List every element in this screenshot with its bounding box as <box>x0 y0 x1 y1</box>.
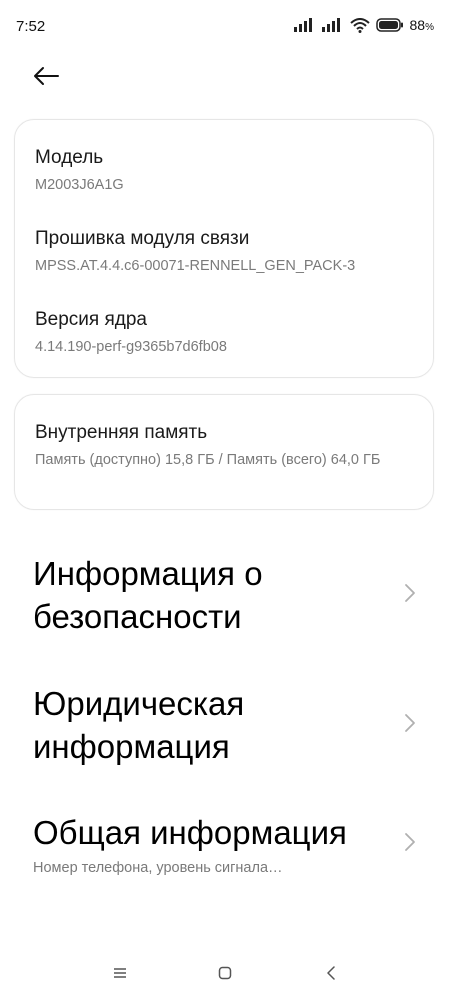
legal-info-title: Юридическая информация <box>33 685 245 765</box>
baseband-value: MPSS.AT.4.4.c6-00071-RENNELL_GEN_PACK-3 <box>35 258 356 274</box>
general-info-subtitle: Номер телефона, уровень сигнала… <box>33 860 283 876</box>
storage-value: Память (доступно) 15,8 ГБ / Память (всег… <box>35 452 381 468</box>
home-button[interactable] <box>210 958 240 988</box>
battery-percent: 88% <box>409 17 434 33</box>
signal-icon-2 <box>321 18 340 32</box>
battery-icon <box>375 18 403 32</box>
nav-back-button[interactable] <box>316 958 346 988</box>
kernel-value: 4.14.190-perf-g9365b7d6fb08 <box>35 339 227 355</box>
baseband-title: Прошивка модуля связи <box>35 228 250 249</box>
general-info-title: Общая информация <box>33 814 347 851</box>
chevron-right-icon <box>405 584 415 602</box>
model-value: M2003J6A1G <box>35 177 124 193</box>
chevron-right-icon <box>405 714 415 732</box>
menu-icon <box>114 968 126 978</box>
security-info-title: Информация о безопасности <box>33 555 263 635</box>
device-info-card: Модель M2003J6A1G Прошивка модуля связи … <box>14 119 434 378</box>
home-icon <box>218 966 232 980</box>
wifi-icon <box>349 17 370 33</box>
chevron-right-icon <box>405 833 415 851</box>
status-time: 7:52 <box>16 18 46 35</box>
arrow-left-icon <box>34 67 59 85</box>
model-title: Модель <box>35 147 104 168</box>
status-bar: 7:52 88% <box>0 0 450 56</box>
general-info-item[interactable]: Общая информация Номер телефона, уровень… <box>33 811 418 876</box>
storage-title: Внутренняя память <box>35 422 208 443</box>
navigation-bar <box>0 950 450 1000</box>
storage-card[interactable]: Внутренняя память Память (доступно) 15,8… <box>14 394 434 510</box>
legal-info-item[interactable]: Юридическая информация <box>33 682 418 768</box>
security-info-item[interactable]: Информация о безопасности <box>33 552 418 638</box>
signal-icon <box>293 18 312 32</box>
status-icons: 88% <box>293 17 434 33</box>
back-button[interactable] <box>28 60 64 92</box>
chevron-left-icon <box>327 966 335 980</box>
menu-button[interactable] <box>105 958 135 988</box>
kernel-title: Версия ядра <box>35 309 147 330</box>
